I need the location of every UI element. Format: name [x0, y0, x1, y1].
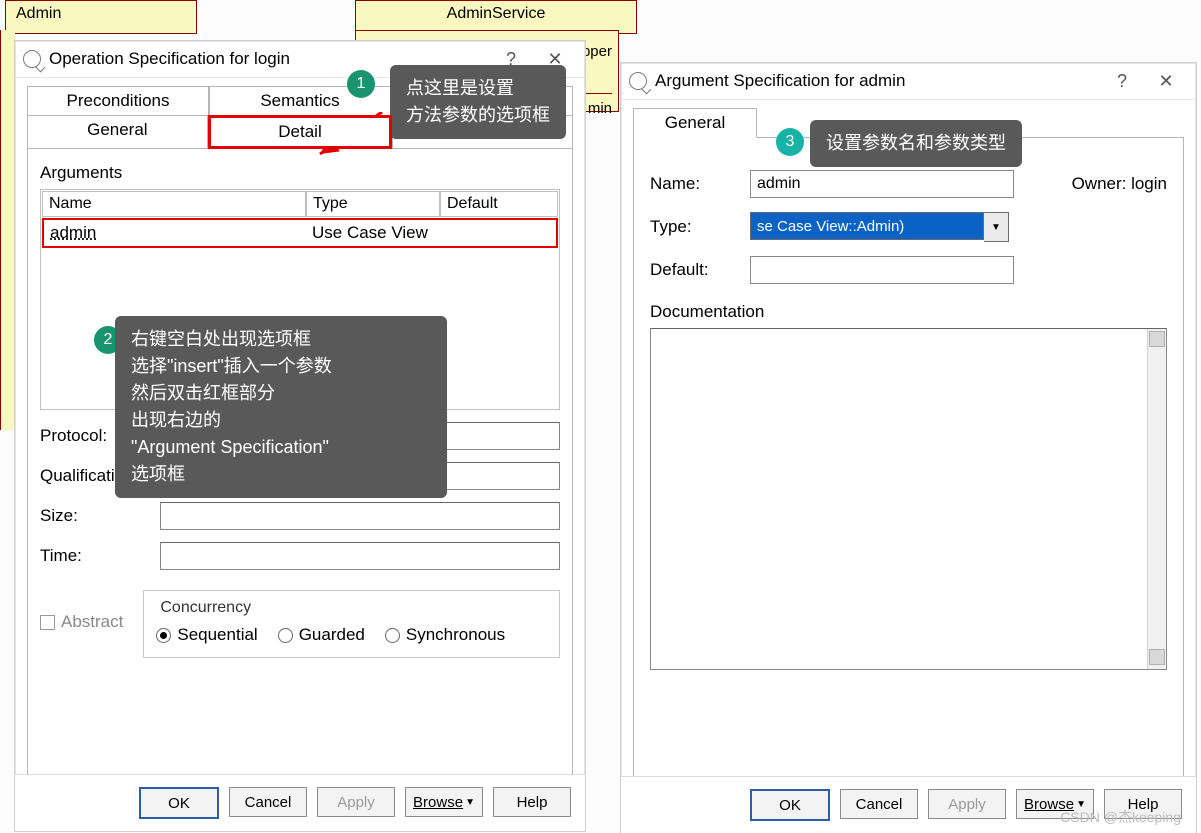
apply-button[interactable]: Apply [317, 787, 395, 817]
arg-default-cell[interactable] [438, 220, 450, 246]
default-input[interactable] [750, 256, 1014, 284]
cancel-button[interactable]: Cancel [229, 787, 307, 817]
time-input[interactable] [160, 542, 560, 570]
size-input[interactable] [160, 502, 560, 530]
uml-partial-text2: min [582, 93, 612, 117]
radio-synchronous[interactable]: Synchronous [385, 625, 505, 645]
uml-class-admin: Admin [5, 0, 197, 34]
apply-button[interactable]: Apply [928, 789, 1006, 819]
badge-1: 1 [347, 70, 375, 98]
abstract-checkbox[interactable]: Abstract [40, 612, 123, 632]
documentation-label: Documentation [650, 302, 1167, 322]
type-label: Type: [650, 217, 750, 237]
magnifier-icon [629, 72, 647, 90]
argument-row[interactable]: admin Use Case View [42, 218, 558, 248]
callout-3: 设置参数名和参数类型 [810, 120, 1022, 167]
uml-class-adminservice: AdminService [355, 0, 637, 34]
type-combobox[interactable]: se Case View::Admin) ▼ [750, 212, 1009, 242]
arg-name-cell[interactable]: admin [44, 220, 306, 246]
col-default[interactable]: Default [440, 191, 558, 217]
type-value[interactable]: se Case View::Admin) [750, 212, 984, 240]
tab-general[interactable]: General [633, 108, 757, 138]
ok-button[interactable]: OK [139, 787, 219, 819]
magnifier-icon [23, 50, 41, 68]
radio-icon [156, 628, 171, 643]
chevron-down-icon: ▼ [465, 797, 475, 808]
radio-sequential[interactable]: Sequential [156, 625, 257, 645]
watermark: CSDN @杰keeping [1060, 807, 1181, 827]
ok-button[interactable]: OK [750, 789, 830, 821]
default-label: Default: [650, 260, 750, 280]
button-bar: OK Cancel Apply Browse▼ Help [15, 774, 585, 831]
name-label: Name: [650, 174, 750, 194]
owner-label: Owner: login [1072, 174, 1167, 194]
browse-button[interactable]: Browse▼ [405, 787, 483, 817]
concurrency-legend: Concurrency [156, 599, 255, 617]
arg-type-cell[interactable]: Use Case View [306, 220, 438, 246]
documentation-textarea[interactable] [650, 328, 1167, 670]
close-icon[interactable]: ✕ [1144, 71, 1188, 92]
badge-3: 3 [776, 128, 804, 156]
col-name[interactable]: Name [42, 191, 306, 217]
tab-general[interactable]: General [27, 115, 208, 149]
radio-icon [385, 628, 400, 643]
scroll-down-icon[interactable] [1149, 649, 1165, 665]
abstract-label: Abstract [61, 612, 123, 632]
callout-1: 点这里是设置 方法参数的选项框 [390, 65, 566, 139]
size-label: Size: [40, 506, 160, 526]
argument-spec-dialog: Argument Specification for admin ? ✕ Gen… [620, 62, 1197, 833]
window-title: Argument Specification for admin [655, 71, 1100, 91]
uml-left-strip [0, 30, 15, 430]
name-input[interactable]: admin [750, 170, 1014, 198]
titlebar[interactable]: Argument Specification for admin ? ✕ [621, 63, 1196, 100]
chevron-down-icon[interactable]: ▼ [984, 212, 1009, 242]
tab-detail[interactable]: Detail [208, 115, 393, 149]
callout-2: 右键空白处出现选项框 选择"insert"插入一个参数 然后双击红框部分 出现右… [115, 316, 447, 498]
col-type[interactable]: Type [306, 191, 440, 217]
checkbox-icon [40, 615, 55, 630]
radio-icon [278, 628, 293, 643]
time-label: Time: [40, 546, 160, 566]
help-icon[interactable]: ? [1100, 71, 1144, 92]
scrollbar[interactable] [1147, 329, 1166, 669]
radio-guarded[interactable]: Guarded [278, 625, 365, 645]
help-button[interactable]: Help [493, 787, 571, 817]
arguments-label: Arguments [40, 163, 560, 183]
tab-preconditions[interactable]: Preconditions [27, 86, 209, 116]
scroll-up-icon[interactable] [1149, 331, 1165, 347]
cancel-button[interactable]: Cancel [840, 789, 918, 819]
concurrency-group: Concurrency Sequential Guarded Synchrono… [143, 590, 560, 658]
